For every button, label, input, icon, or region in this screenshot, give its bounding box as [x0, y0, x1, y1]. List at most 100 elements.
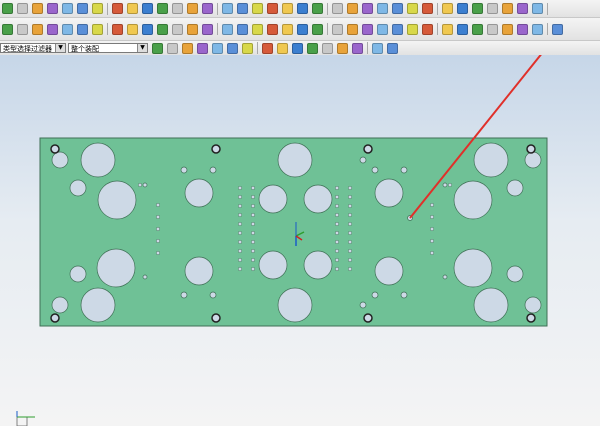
hole-icon[interactable]	[187, 3, 198, 14]
plate-hole[interactable]	[184, 178, 214, 208]
plate-hole[interactable]	[453, 180, 493, 220]
shaded-icon[interactable]	[487, 23, 498, 35]
small-hole[interactable]	[429, 238, 435, 244]
mounting-hole[interactable]	[363, 313, 373, 323]
snap-icon[interactable]	[387, 42, 398, 54]
small-hole[interactable]	[347, 239, 353, 245]
plate-hole[interactable]	[303, 250, 333, 280]
plate-hole[interactable]	[506, 179, 524, 197]
small-hole[interactable]	[334, 230, 340, 236]
spline-icon[interactable]	[77, 23, 88, 35]
shell-icon[interactable]	[312, 3, 323, 14]
plate-hole[interactable]	[473, 287, 509, 323]
small-hole[interactable]	[250, 230, 256, 236]
rectangle-icon[interactable]	[47, 23, 58, 35]
feature-select-icon[interactable]	[182, 42, 193, 54]
revolve-icon[interactable]	[172, 3, 183, 14]
plate-hole[interactable]	[180, 291, 188, 299]
circle-icon[interactable]	[32, 23, 43, 35]
face-select-icon[interactable]	[212, 42, 223, 54]
wrap-icon[interactable]	[532, 3, 543, 14]
small-hole[interactable]	[347, 185, 353, 191]
point-icon[interactable]	[92, 23, 103, 35]
small-hole[interactable]	[237, 257, 243, 263]
small-hole[interactable]	[347, 212, 353, 218]
small-hole[interactable]	[237, 239, 243, 245]
small-hole[interactable]	[347, 203, 353, 209]
small-hole[interactable]	[237, 266, 243, 272]
plate-hole[interactable]	[277, 287, 313, 323]
pad-icon[interactable]	[237, 3, 248, 14]
small-hole[interactable]	[155, 214, 161, 220]
draft-icon[interactable]	[332, 3, 343, 14]
small-hole[interactable]	[334, 239, 340, 245]
plate-hole[interactable]	[442, 274, 448, 280]
mirror-icon[interactable]	[442, 3, 453, 14]
plate-hole[interactable]	[400, 166, 408, 174]
plate-hole[interactable]	[258, 184, 288, 214]
mounting-hole[interactable]	[211, 313, 221, 323]
small-hole[interactable]	[334, 212, 340, 218]
chamfer-icon[interactable]	[252, 23, 263, 35]
plate-hole[interactable]	[524, 296, 542, 314]
intersection-icon[interactable]	[307, 42, 318, 54]
revolve-icon[interactable]	[172, 23, 183, 35]
undo-icon[interactable]	[112, 3, 123, 14]
plate-hole[interactable]	[524, 151, 542, 169]
small-hole[interactable]	[347, 257, 353, 263]
mounting-hole[interactable]	[526, 144, 536, 154]
point-select-icon[interactable]	[242, 42, 253, 54]
plate-hole[interactable]	[96, 248, 136, 288]
control-point-icon[interactable]	[292, 42, 303, 54]
sew-icon[interactable]	[377, 3, 388, 14]
small-hole[interactable]	[347, 266, 353, 272]
tube-icon[interactable]	[202, 23, 213, 35]
groove-icon[interactable]	[267, 3, 278, 14]
boss-icon[interactable]	[202, 3, 213, 14]
plate-hole[interactable]	[303, 184, 333, 214]
fit-icon[interactable]	[442, 23, 453, 35]
show-icon[interactable]	[407, 23, 418, 35]
layer-icon[interactable]	[377, 23, 388, 35]
plate-hole[interactable]	[473, 142, 509, 178]
view-orient-icon[interactable]	[532, 23, 543, 35]
plate-hole[interactable]	[51, 151, 69, 169]
small-hole[interactable]	[155, 238, 161, 244]
face-blend-icon[interactable]	[237, 23, 248, 35]
plate-hole[interactable]	[374, 256, 404, 286]
plate-hole[interactable]	[80, 142, 116, 178]
plate-hole[interactable]	[400, 291, 408, 299]
small-hole[interactable]	[155, 226, 161, 232]
plate-hole[interactable]	[277, 142, 313, 178]
offset-icon[interactable]	[297, 23, 308, 35]
subtract-icon[interactable]	[487, 3, 498, 14]
small-hole[interactable]	[347, 221, 353, 227]
trim-icon[interactable]	[267, 23, 278, 35]
sweep-icon[interactable]	[187, 23, 198, 35]
small-hole[interactable]	[334, 194, 340, 200]
plate-hole[interactable]	[209, 166, 217, 174]
small-hole[interactable]	[250, 248, 256, 254]
model-view[interactable]	[0, 55, 600, 426]
intersect-icon[interactable]	[502, 3, 513, 14]
small-hole[interactable]	[334, 248, 340, 254]
plate-hole[interactable]	[142, 274, 148, 280]
hide-icon[interactable]	[422, 23, 433, 35]
small-hole[interactable]	[237, 185, 243, 191]
promote-icon[interactable]	[517, 3, 528, 14]
save-icon[interactable]	[32, 3, 43, 14]
select-icon[interactable]	[392, 23, 403, 35]
type-filter-select[interactable]: 类型选择过滤器 ▼	[0, 43, 66, 53]
small-hole[interactable]	[237, 212, 243, 218]
end-point-icon[interactable]	[262, 42, 273, 54]
plate-hole[interactable]	[51, 296, 69, 314]
plate-hole[interactable]	[69, 179, 87, 197]
small-hole[interactable]	[334, 221, 340, 227]
offset-face-icon[interactable]	[407, 3, 418, 14]
small-hole[interactable]	[237, 248, 243, 254]
redo-icon[interactable]	[127, 3, 138, 14]
small-hole[interactable]	[429, 226, 435, 232]
mounting-hole[interactable]	[526, 313, 536, 323]
extrude-icon[interactable]	[157, 23, 168, 35]
small-hole[interactable]	[429, 250, 435, 256]
